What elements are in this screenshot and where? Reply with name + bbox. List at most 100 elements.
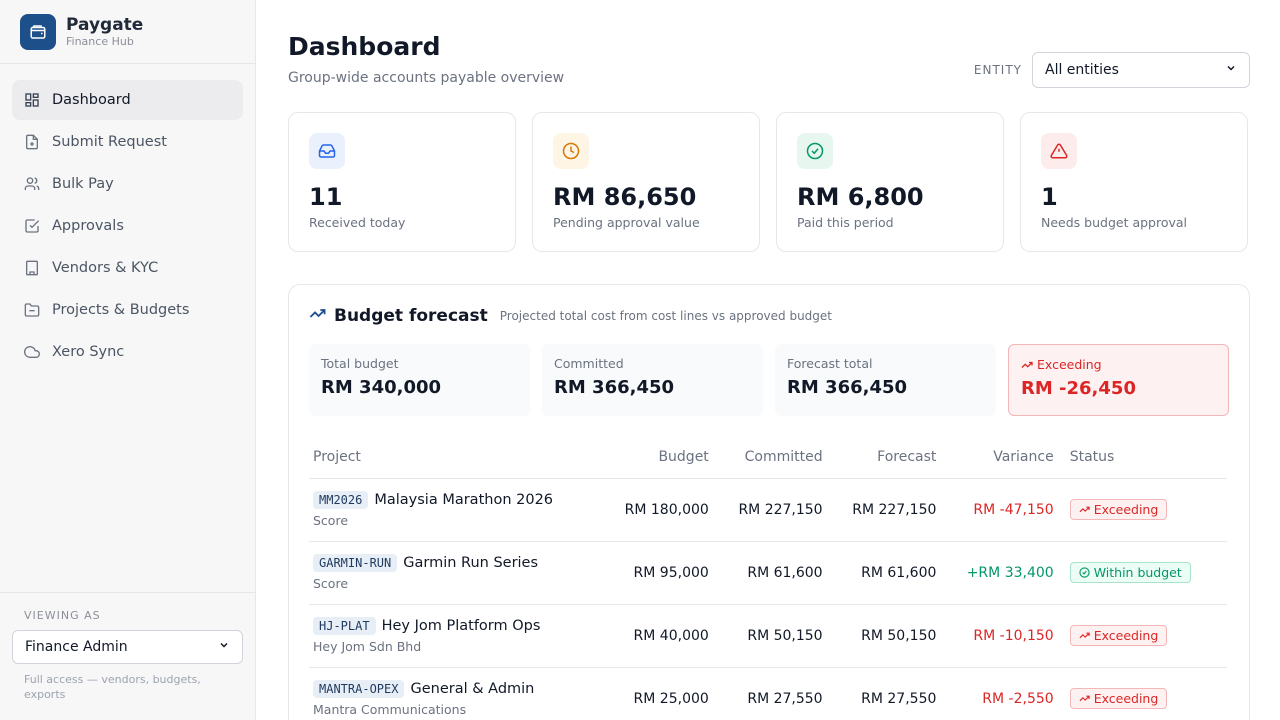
summary-value: RM 366,450 [787, 377, 908, 398]
building-icon [24, 260, 40, 276]
wallet-icon [20, 13, 56, 50]
col-forecast: Forecast [826, 436, 941, 479]
summary-label-text: Exceeding [1037, 357, 1102, 372]
viewing-as-label: VIEWING AS [24, 609, 101, 622]
status-text: Exceeding [1093, 628, 1159, 643]
sidebar-item-label: Submit Request [52, 134, 167, 150]
table-row[interactable]: MM2026 Malaysia Marathon 2026 Score RM 18… [309, 478, 1227, 542]
budget-cell: RM 95,000 [599, 541, 713, 605]
role-note: Full access — vendors, budgets, exports [24, 673, 201, 701]
budget-forecast-panel: Budget forecast Projected total cost fro… [288, 284, 1250, 720]
entity-select[interactable]: All entities [1032, 52, 1250, 88]
trending-up-icon [1079, 630, 1090, 641]
variance-cell: RM -47,150 [940, 478, 1058, 542]
stat-value: RM 86,650 [553, 183, 697, 211]
stat-card-budget-approval: 1 Needs budget approval [1020, 112, 1248, 252]
status-badge: Exceeding [1069, 625, 1168, 646]
status-text: Exceeding [1093, 502, 1159, 517]
alert-triangle-icon [1041, 133, 1077, 169]
col-budget: Budget [599, 436, 713, 479]
project-name: Hey Jom Platform Ops [381, 618, 541, 634]
sidebar-item-label: Xero Sync [52, 344, 125, 360]
folder-icon [24, 302, 40, 318]
users-icon [24, 176, 40, 192]
stat-card-received: 11 Received today [288, 112, 516, 252]
stat-cards: 11 Received today RM 86,650 Pending appr… [288, 112, 1250, 252]
sidebar-item-vendors[interactable]: Vendors & KYC [12, 248, 243, 288]
trending-up-icon [1021, 359, 1033, 371]
stat-card-pending: RM 86,650 Pending approval value [532, 112, 760, 252]
project-name: General & Admin [410, 681, 535, 697]
project-name: Malaysia Marathon 2026 [374, 492, 554, 508]
stat-label: Received today [309, 215, 406, 230]
app: Paygate Finance Hub Dashboard Submit Req… [0, 0, 1280, 720]
summary-total-budget: Total budget RM 340,000 [309, 344, 530, 416]
status-text: Exceeding [1093, 691, 1159, 706]
cloud-icon [24, 344, 40, 360]
project-company: Score [313, 513, 349, 528]
summary-value: RM 366,450 [554, 377, 675, 398]
check-square-icon [24, 218, 40, 234]
check-circle-icon [797, 133, 833, 169]
project-code: GARMIN-RUN [313, 554, 398, 572]
forecast-cell: RM 50,150 [826, 604, 941, 668]
sidebar-item-bulk-pay[interactable]: Bulk Pay [12, 164, 243, 204]
forecast-title: Budget forecast [334, 305, 488, 326]
table-header-row: Project Budget Committed Forecast Varian… [309, 436, 1227, 479]
file-plus-icon [24, 134, 40, 150]
trending-up-icon [309, 305, 326, 326]
col-committed: Committed [712, 436, 827, 479]
role-select[interactable]: Finance Admin [12, 630, 243, 664]
table-row[interactable]: GARMIN-RUN Garmin Run Series Score RM 95,… [309, 541, 1227, 605]
clock-icon [553, 133, 589, 169]
summary-forecast-total: Forecast total RM 366,450 [775, 344, 996, 416]
role-select-value: Finance Admin [25, 639, 128, 655]
stat-value: 1 [1041, 183, 1058, 211]
stat-label: Paid this period [797, 215, 894, 230]
sidebar-item-submit-request[interactable]: Submit Request [12, 122, 243, 162]
project-code: HJ-PLAT [313, 617, 376, 635]
status-badge: Exceeding [1069, 499, 1168, 520]
sidebar-item-dashboard[interactable]: Dashboard [12, 80, 243, 120]
table-row[interactable]: HJ-PLAT Hey Jom Platform Ops Hey Jom Sdn … [309, 604, 1227, 668]
summary-exceeding: Exceeding RM -26,450 [1008, 344, 1229, 416]
forecast-cell: RM 61,600 [826, 541, 941, 605]
sidebar-item-approvals[interactable]: Approvals [12, 206, 243, 246]
committed-cell: RM 50,150 [712, 604, 827, 668]
page-subtitle: Group-wide accounts payable overview [288, 70, 565, 86]
forecast-summary: Total budget RM 340,000 Committed RM 366… [309, 344, 1229, 416]
stat-label: Pending approval value [553, 215, 700, 230]
variance-cell: +RM 33,400 [940, 541, 1058, 605]
variance-cell: RM -2,550 [940, 667, 1058, 720]
stat-label: Needs budget approval [1041, 215, 1188, 230]
status-badge: Exceeding [1069, 688, 1168, 709]
forecast-cell: RM 27,550 [826, 667, 941, 720]
project-company: Mantra Communications [313, 702, 467, 717]
sidebar-item-label: Bulk Pay [52, 176, 114, 192]
committed-cell: RM 227,150 [712, 478, 827, 542]
chevron-down-icon [218, 639, 230, 655]
table-row[interactable]: MANTRA-OPEX General & Admin Mantra Commun… [309, 667, 1227, 720]
sidebar-item-projects[interactable]: Projects & Budgets [12, 290, 243, 330]
page-header: Dashboard Group-wide accounts payable ov… [288, 0, 1250, 112]
summary-label: Committed [554, 356, 624, 371]
committed-cell: RM 61,600 [712, 541, 827, 605]
check-circle-icon [1079, 567, 1090, 578]
sidebar-item-xero-sync[interactable]: Xero Sync [12, 332, 243, 372]
chevron-down-icon [1225, 62, 1237, 78]
committed-cell: RM 27,550 [712, 667, 827, 720]
budget-cell: RM 25,000 [599, 667, 713, 720]
col-status: Status [1057, 436, 1227, 479]
forecast-subtitle: Projected total cost from cost lines vs … [499, 308, 833, 323]
sidebar-item-label: Projects & Budgets [52, 302, 190, 318]
forecast-cell: RM 227,150 [826, 478, 941, 542]
brand-name: Paygate [66, 14, 144, 35]
status-badge: Within budget [1069, 562, 1191, 583]
summary-value: RM 340,000 [321, 377, 442, 398]
budget-cell: RM 180,000 [599, 478, 713, 542]
project-company: Hey Jom Sdn Bhd [313, 639, 422, 654]
viewing-as-panel: VIEWING AS Finance Admin Full access — v… [0, 592, 255, 720]
project-company: Score [313, 576, 349, 591]
stat-value: 11 [309, 183, 343, 211]
project-code: MM2026 [313, 491, 369, 509]
